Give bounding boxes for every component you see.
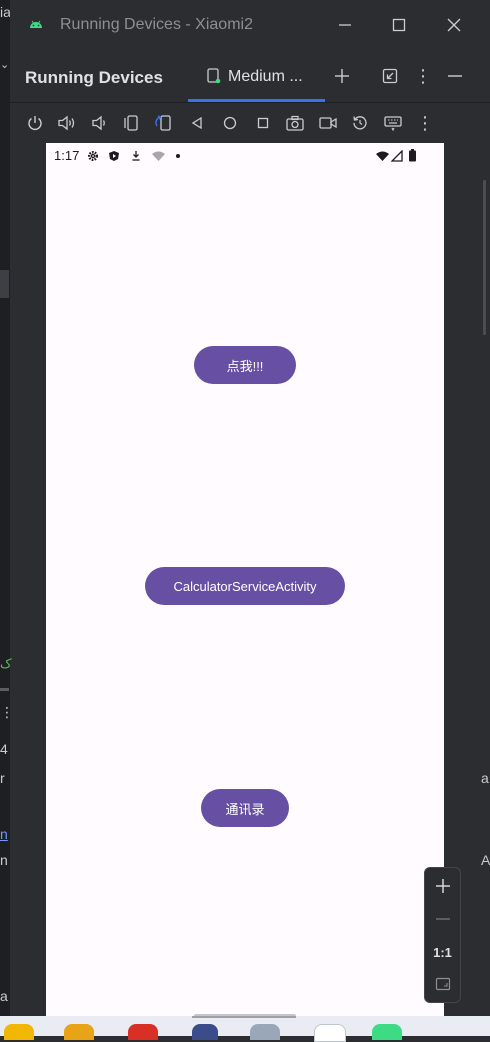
taskbar-app-icon[interactable] [250,1024,280,1040]
taskbar-app-icon[interactable] [372,1024,402,1040]
vertical-scrollbar[interactable] [483,180,486,335]
zoom-actual-size-button[interactable]: 1:1 [425,938,460,966]
status-bar: 1:17 [46,143,444,169]
wifi-off-icon [150,149,166,162]
device-screen[interactable]: 1:17 点我!!! CalculatorServiceActivity 通讯录 [46,143,444,1018]
left-scroll-segment [0,270,9,298]
wifi-icon [374,149,390,162]
screen-record-icon[interactable] [315,110,341,136]
settings-icon [86,149,99,162]
android-icon [27,16,45,34]
more-icon[interactable]: ⋮ [412,110,438,136]
taskbar-app-icon[interactable] [192,1024,218,1040]
minimize-icon[interactable] [442,63,468,89]
left-fragment-text: a [0,988,8,1004]
left-fragment-text: n [0,852,8,868]
left-fragment-glyph: ک [0,656,12,671]
right-fragment-text: A [481,852,490,868]
taskbar-app-icon[interactable] [4,1024,34,1040]
panel-title: Running Devices [25,68,163,87]
right-fragment-text: a [481,770,489,786]
status-time: 1:17 [54,148,80,163]
zoom-out-button[interactable] [425,905,460,933]
battery-icon [406,149,419,162]
left-fragment-link: n [0,826,8,842]
zoom-controls: 1:1 [424,867,461,1003]
zoom-in-button[interactable] [425,872,460,900]
volume-down-icon[interactable] [86,110,112,136]
rotate-left-icon[interactable] [119,110,145,136]
active-tab-indicator [188,99,325,102]
maximize-window-button[interactable] [386,12,412,38]
notification-dot-icon [176,154,180,158]
shield-play-icon [107,149,120,162]
left-fragment-text: 4 [0,741,8,757]
contacts-button[interactable]: 通讯录 [201,789,289,827]
overview-icon[interactable] [250,110,276,136]
add-icon[interactable] [329,63,355,89]
tab-label: Medium ... [228,68,303,85]
signal-icon [390,149,403,162]
device-tab-icon [205,67,223,85]
power-icon[interactable] [22,110,48,136]
back-icon[interactable] [185,110,211,136]
reset-icon[interactable] [347,110,373,136]
android-studio-icon[interactable] [314,1024,346,1042]
more-icon[interactable]: ⋮ [410,63,436,89]
zoom-fit-button[interactable] [425,970,460,998]
active-app-indicator [192,1016,296,1018]
keyboard-icon[interactable] [380,110,406,136]
volume-up-icon[interactable] [54,110,80,136]
left-fragment-text: r [0,770,5,786]
close-window-button[interactable] [441,12,467,38]
rotate-right-icon[interactable] [151,110,177,136]
more-vertical-icon: ⋮ [0,704,14,720]
calculator-service-activity-button[interactable]: CalculatorServiceActivity [145,567,345,605]
left-divider [0,688,9,691]
screenshot-icon[interactable] [282,110,308,136]
restore-icon[interactable] [377,63,403,89]
file-explorer-icon[interactable] [64,1024,94,1040]
download-icon [129,149,142,162]
window-title: Running Devices - Xiaomi2 [60,16,253,33]
click-me-button[interactable]: 点我!!! [194,346,296,384]
left-window-edge [0,0,10,1036]
chevron-down-icon: ⌄ [0,59,10,71]
chrome-icon[interactable] [128,1024,158,1040]
minimize-window-button[interactable] [332,12,358,38]
home-icon[interactable] [217,110,243,136]
